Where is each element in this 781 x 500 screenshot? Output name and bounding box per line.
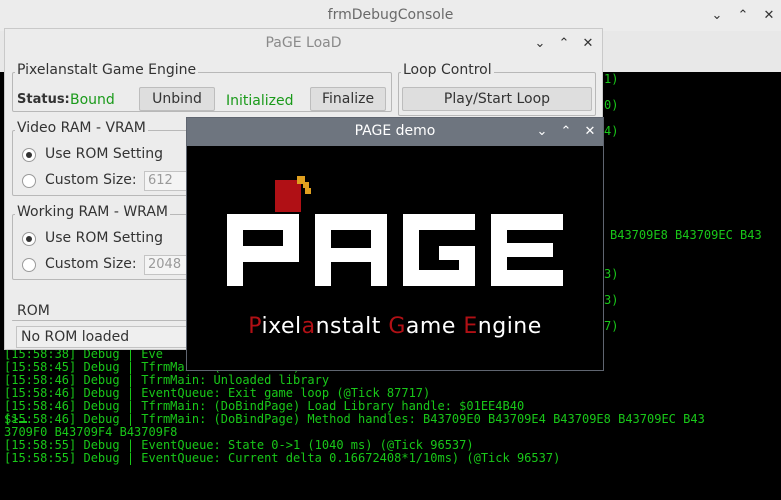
debug-titlebar: frmDebugConsole ⌄ ⌃ ✕ [0,0,781,31]
page-demo-window: PAGE demo ⌄ ⌃ ✕ Pixelanstalt Game Engine [186,117,604,371]
vram-use-rom-label: Use ROM Setting [45,146,164,162]
vram-custom-label: Custom Size: [45,172,137,188]
vram-group-label: Video RAM - VRAM [15,120,148,136]
maximize-button[interactable]: ⌃ [557,123,575,141]
wram-use-rom-radio[interactable] [22,232,36,246]
maximize-button[interactable]: ⌃ [734,7,752,25]
minimize-button[interactable]: ⌄ [533,123,551,141]
load-titlebar: PaGE LoaD ⌄ ⌃ ✕ [5,29,602,59]
wram-use-rom-label: Use ROM Setting [45,230,164,246]
window-title: PaGE LoaD [265,35,342,51]
console-input[interactable]: $> [4,412,28,426]
tagline-text: ixel [261,314,302,339]
maximize-button[interactable]: ⌃ [555,35,573,53]
engine-group-label: Pixelanstalt Game Engine [15,62,199,78]
minimize-button[interactable]: ⌄ [708,7,726,25]
console-fragment: 7) [604,319,619,333]
unbind-button[interactable]: Unbind [139,87,215,111]
prompt-symbol: $> [4,412,19,426]
console-fragment: 4) [604,124,619,138]
text-cursor [19,421,28,423]
wram-group-label: Working RAM - WRAM [15,204,170,220]
demo-titlebar: PAGE demo ⌄ ⌃ ✕ [187,118,603,146]
tagline-text: nstalt [315,314,389,339]
status-label: Status: [17,92,70,107]
wram-custom-radio[interactable] [22,258,36,272]
tagline-text: ame [405,314,464,339]
tagline-text: ngine [477,314,542,339]
bind-status-value: Bound [70,92,115,108]
tagline-initial: E [463,314,478,339]
engine-tagline: Pixelanstalt Game Engine [187,314,603,339]
rom-group-label: ROM [15,303,52,319]
init-status-value: Initialized [226,93,294,109]
tagline-initial: G [388,314,406,339]
rom-status-field: No ROM loaded [16,326,196,348]
console-fragment: 1) [604,72,619,86]
minimize-button[interactable]: ⌄ [531,35,549,53]
console-fragment: 3) [604,293,619,307]
page-logo [227,176,563,286]
window-title: frmDebugConsole [327,7,454,23]
loop-control-label: Loop Control [401,62,494,78]
close-button[interactable]: ✕ [579,35,597,53]
vram-use-rom-radio[interactable] [22,148,36,162]
vram-custom-radio[interactable] [22,174,36,188]
close-button[interactable]: ✕ [581,123,599,141]
play-start-loop-button[interactable]: Play/Start Loop [402,87,592,111]
console-fragment: 3) [604,267,619,281]
tagline-initial: a [301,314,316,339]
console-line: [15:58:55] Debug | EventQueue: Current d… [4,451,561,465]
close-button[interactable]: ✕ [760,7,778,25]
rom-divider [12,320,202,321]
wram-custom-label: Custom Size: [45,256,137,272]
finalize-button[interactable]: Finalize [310,87,386,111]
console-fragment: B43709E8 B43709EC B43 [610,228,762,242]
tagline-initial: P [248,314,262,339]
console-fragment: 0) [604,98,619,112]
